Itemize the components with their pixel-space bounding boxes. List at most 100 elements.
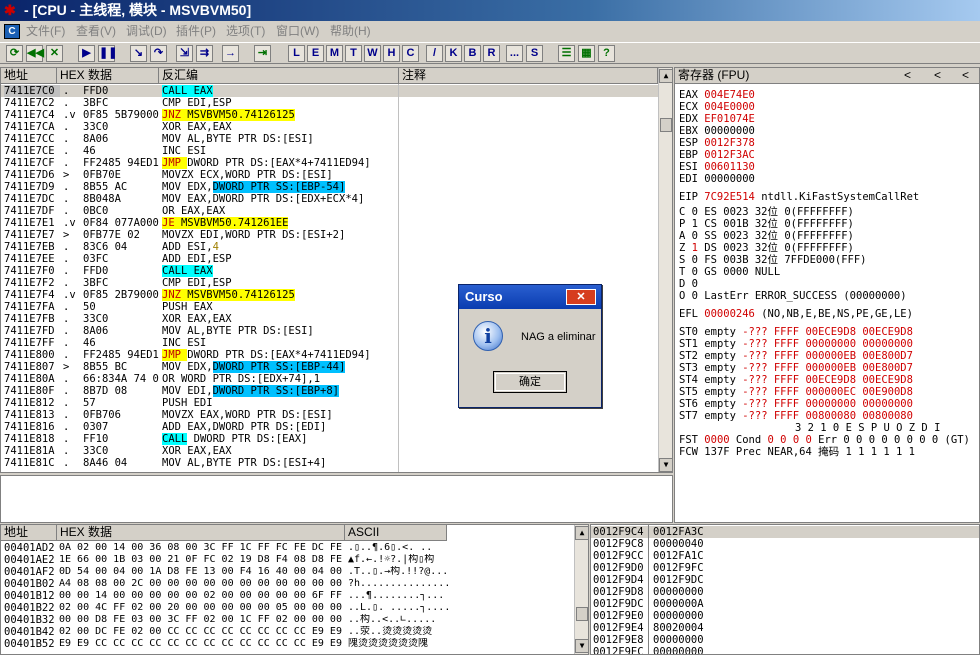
disasm-header-hex[interactable]: HEX 数据 bbox=[57, 68, 159, 84]
tb-memory-button[interactable]: M bbox=[326, 45, 343, 62]
menu-options[interactable]: 选项(T) bbox=[226, 21, 265, 42]
dump-row[interactable]: 00401AE2 1E 66 00 1B 03 00 21 0F FC 02 19… bbox=[1, 554, 574, 566]
scroll-down-icon[interactable]: ▼ bbox=[659, 458, 672, 472]
menu-window[interactable]: 窗口(W) bbox=[276, 21, 319, 42]
disasm-row[interactable]: 7411E81A. 33C0 XOR EAX,EAX bbox=[1, 445, 658, 457]
help-icon[interactable]: ? bbox=[598, 45, 615, 62]
register-efl[interactable]: EFL 00000246 (NO,NB,E,BE,NS,PE,GE,LE) bbox=[679, 308, 913, 320]
register-edi[interactable]: EDI 00000000 bbox=[679, 173, 755, 185]
tb-callstack-button[interactable]: K bbox=[445, 45, 462, 62]
disasm-row[interactable]: 7411E7CF. FF2485 94ED117JMP DWORD PTR DS:… bbox=[1, 157, 658, 169]
stack-row[interactable]: 0012F9CC 0012FA1C bbox=[591, 550, 979, 562]
disasm-header-address[interactable]: 地址 bbox=[1, 68, 57, 84]
step-into-icon[interactable]: ↘ bbox=[130, 45, 147, 62]
dump-row[interactable]: 00401B42 02 00 DC FE 02 00 CC CC CC CC CC… bbox=[1, 626, 574, 638]
disasm-row[interactable]: 7411E7EE. 03FC ADD EDI,ESP bbox=[1, 253, 658, 265]
register-ebp[interactable]: EBP 0012F3AC bbox=[679, 149, 755, 161]
menu-debug[interactable]: 调试(D) bbox=[126, 21, 167, 42]
disasm-row[interactable]: 7411E7E7 >0FB77E 02 MOVZX EDI,WORD PTR DS:… bbox=[1, 229, 658, 241]
window-titlebar[interactable]: ✱ - [CPU - 主线程, 模块 - MSVBVM50] bbox=[0, 0, 980, 21]
stack-row[interactable]: 0012F9D8 00000000 bbox=[591, 586, 979, 598]
disasm-row[interactable]: 7411E7DC. 8B048A MOV EAX,DWORD PTR DS:[EDX… bbox=[1, 193, 658, 205]
menu-plugins[interactable]: 插件(P) bbox=[176, 21, 216, 42]
flag-row[interactable]: S 0 FS 003B 32位 7FFDE000(FFF) bbox=[679, 254, 867, 266]
dump-row[interactable]: 00401AD2 0A 02 00 14 00 36 08 00 3C FF 1C… bbox=[1, 542, 574, 554]
dump-row[interactable]: 00401B52 E9 E9 CC CC CC CC CC CC CC CC CC… bbox=[1, 638, 574, 650]
disasm-row[interactable]: 7411E7CA. 33C0 XOR EAX,EAX bbox=[1, 121, 658, 133]
menu-view[interactable]: 查看(V) bbox=[76, 21, 116, 42]
pause-icon[interactable]: ❚❚ bbox=[98, 45, 117, 62]
fpu-register[interactable]: ST0 empty -??? FFFF 00ECE9D8 00ECE9D8 bbox=[679, 326, 913, 338]
dump-scrollbar[interactable]: ▲ ▼ bbox=[574, 525, 588, 654]
register-ecx[interactable]: ECX 004E0000 bbox=[679, 101, 755, 113]
trace-into-icon[interactable]: ⇲ bbox=[176, 45, 193, 62]
message-dialog[interactable]: Curso ✕ i NAG a eliminar 确定 bbox=[458, 284, 602, 408]
fpu-register[interactable]: ST5 empty -??? FFFF 000000EC 00E900D8 bbox=[679, 386, 913, 398]
flag-row[interactable]: D 0 bbox=[679, 278, 698, 290]
execute-till-return-icon[interactable]: → bbox=[222, 45, 239, 62]
grid-icon[interactable]: ▦ bbox=[578, 45, 595, 62]
step-over-icon[interactable]: ↷ bbox=[150, 45, 167, 62]
tb-source-button[interactable]: S bbox=[526, 45, 543, 62]
list-icon[interactable]: ☰ bbox=[558, 45, 575, 62]
chevron-left-icon[interactable]: < bbox=[904, 68, 911, 83]
scroll-up-icon[interactable]: ▲ bbox=[575, 526, 588, 540]
disasm-header-comment[interactable]: 注释 bbox=[399, 68, 658, 84]
open-icon[interactable]: ⟳ bbox=[6, 45, 23, 62]
register-eip[interactable]: EIP 7C92E514 ntdll.KiFastSystemCallRet bbox=[679, 191, 919, 203]
stack-row[interactable]: 0012F9E8 00000000 bbox=[591, 634, 979, 646]
scroll-thumb[interactable] bbox=[576, 607, 588, 621]
disasm-row[interactable]: 7411E7CE. 46 INC ESI bbox=[1, 145, 658, 157]
tb-threads-button[interactable]: T bbox=[345, 45, 362, 62]
dialog-titlebar[interactable]: Curso ✕ bbox=[459, 285, 601, 309]
stack-row[interactable]: 0012F9D0 0012F9FC bbox=[591, 562, 979, 574]
disasm-row[interactable]: 7411E7D6 >0FB70E MOVZX ECX,WORD PTR DS:[ES… bbox=[1, 169, 658, 181]
dump-header-address[interactable]: 地址 bbox=[1, 525, 57, 541]
stack-row[interactable]: 0012F9C4 0012FA3C bbox=[591, 526, 979, 538]
flag-row[interactable]: P 1 CS 001B 32位 0(FFFFFFFF) bbox=[679, 218, 854, 230]
tb-executables-button[interactable]: E bbox=[307, 45, 324, 62]
disasm-row[interactable]: 7411E7E1 .v 0F84 077A0000 JE MSVBVM50.74126… bbox=[1, 217, 658, 229]
register-eax[interactable]: EAX 004E74E0 bbox=[679, 89, 755, 101]
menu-help[interactable]: 帮助(H) bbox=[330, 21, 371, 42]
disasm-row[interactable]: 7411E7DF. 0BC0 OR EAX,EAX bbox=[1, 205, 658, 217]
fpu-register[interactable]: ST1 empty -??? FFFF 00000000 00000000 bbox=[679, 338, 913, 350]
stack-panel[interactable]: 0012F9C4 0012FA3C 0012F9C8 00000040 0012F9CC… bbox=[590, 524, 980, 655]
stack-row[interactable]: 0012F9D4 0012F9DC bbox=[591, 574, 979, 586]
chevron-left-icon[interactable]: < bbox=[962, 68, 969, 83]
disasm-row[interactable]: 7411E81C. 8A46 04 MOV AL,BYTE PTR DS:[ESI+… bbox=[1, 457, 658, 469]
registers-panel[interactable]: 寄存器 (FPU) < < < EAX 004E74E0 ECX 004E0000… bbox=[674, 67, 980, 523]
stack-row[interactable]: 0012F9EC 00000000 bbox=[591, 646, 979, 654]
fpu-register[interactable]: ST4 empty -??? FFFF 00ECE9D8 00ECE9D8 bbox=[679, 374, 913, 386]
disasm-row[interactable]: 7411E7C0. FFD0 CALL EAX bbox=[1, 85, 658, 97]
disasm-row[interactable]: 7411E7D9. 8B55 AC MOV EDX,DWORD PTR SS:[EB… bbox=[1, 181, 658, 193]
disasm-row[interactable]: 7411E813. 0FB706 MOVZX EAX,WORD PTR DS:[ES… bbox=[1, 409, 658, 421]
chevron-left-icon[interactable]: < bbox=[934, 68, 941, 83]
memory-dump-panel[interactable]: 地址 HEX 数据 ASCII 00401AD2 0A 02 00 14 00 3… bbox=[0, 524, 589, 655]
register-ebx[interactable]: EBX 00000000 bbox=[679, 125, 755, 137]
stack-row[interactable]: 0012F9C8 00000040 bbox=[591, 538, 979, 550]
stack-row[interactable]: 0012F9DC 0000000A bbox=[591, 598, 979, 610]
tb-cpu-button[interactable]: C bbox=[402, 45, 419, 62]
register-esp[interactable]: ESP 0012F378 bbox=[679, 137, 755, 149]
dump-header-hex[interactable]: HEX 数据 bbox=[57, 525, 345, 541]
dump-row[interactable]: 00401B12 00 00 14 00 00 00 00 00 02 00 00… bbox=[1, 590, 574, 602]
dump-row[interactable]: 00401B32 00 00 D8 FE 03 00 3C FF 02 00 1C… bbox=[1, 614, 574, 626]
disasm-row[interactable]: 7411E7C4 .v 0F85 5B790000 JNZ MSVBVM50.7412… bbox=[1, 109, 658, 121]
menu-file[interactable]: 文件(F) bbox=[26, 21, 65, 42]
ok-button[interactable]: 确定 bbox=[493, 371, 567, 393]
tb-windows-button[interactable]: W bbox=[364, 45, 381, 62]
tb-references-button[interactable]: R bbox=[483, 45, 500, 62]
dump-row[interactable]: 00401B22 02 00 4C FF 02 00 20 00 00 00 00… bbox=[1, 602, 574, 614]
rewind-icon[interactable]: ◀◀ bbox=[26, 45, 44, 62]
fpu-register[interactable]: ST2 empty -??? FFFF 000000EB 00E800D7 bbox=[679, 350, 913, 362]
tb-breakpoints-button[interactable]: B bbox=[464, 45, 481, 62]
run-icon[interactable]: ▶ bbox=[78, 45, 95, 62]
disasm-header-disasm[interactable]: 反汇编 bbox=[159, 68, 399, 84]
tb-patches-button[interactable]: / bbox=[426, 45, 443, 62]
register-edx[interactable]: EDX EF01074E bbox=[679, 113, 755, 125]
disasm-row[interactable]: 7411E7EB. 83C6 04 ADD ESI,4 bbox=[1, 241, 658, 253]
disasm-row[interactable]: 7411E7F0. FFD0 CALL EAX bbox=[1, 265, 658, 277]
tb-handles-button[interactable]: H bbox=[383, 45, 400, 62]
close-process-icon[interactable]: ✕ bbox=[46, 45, 63, 62]
